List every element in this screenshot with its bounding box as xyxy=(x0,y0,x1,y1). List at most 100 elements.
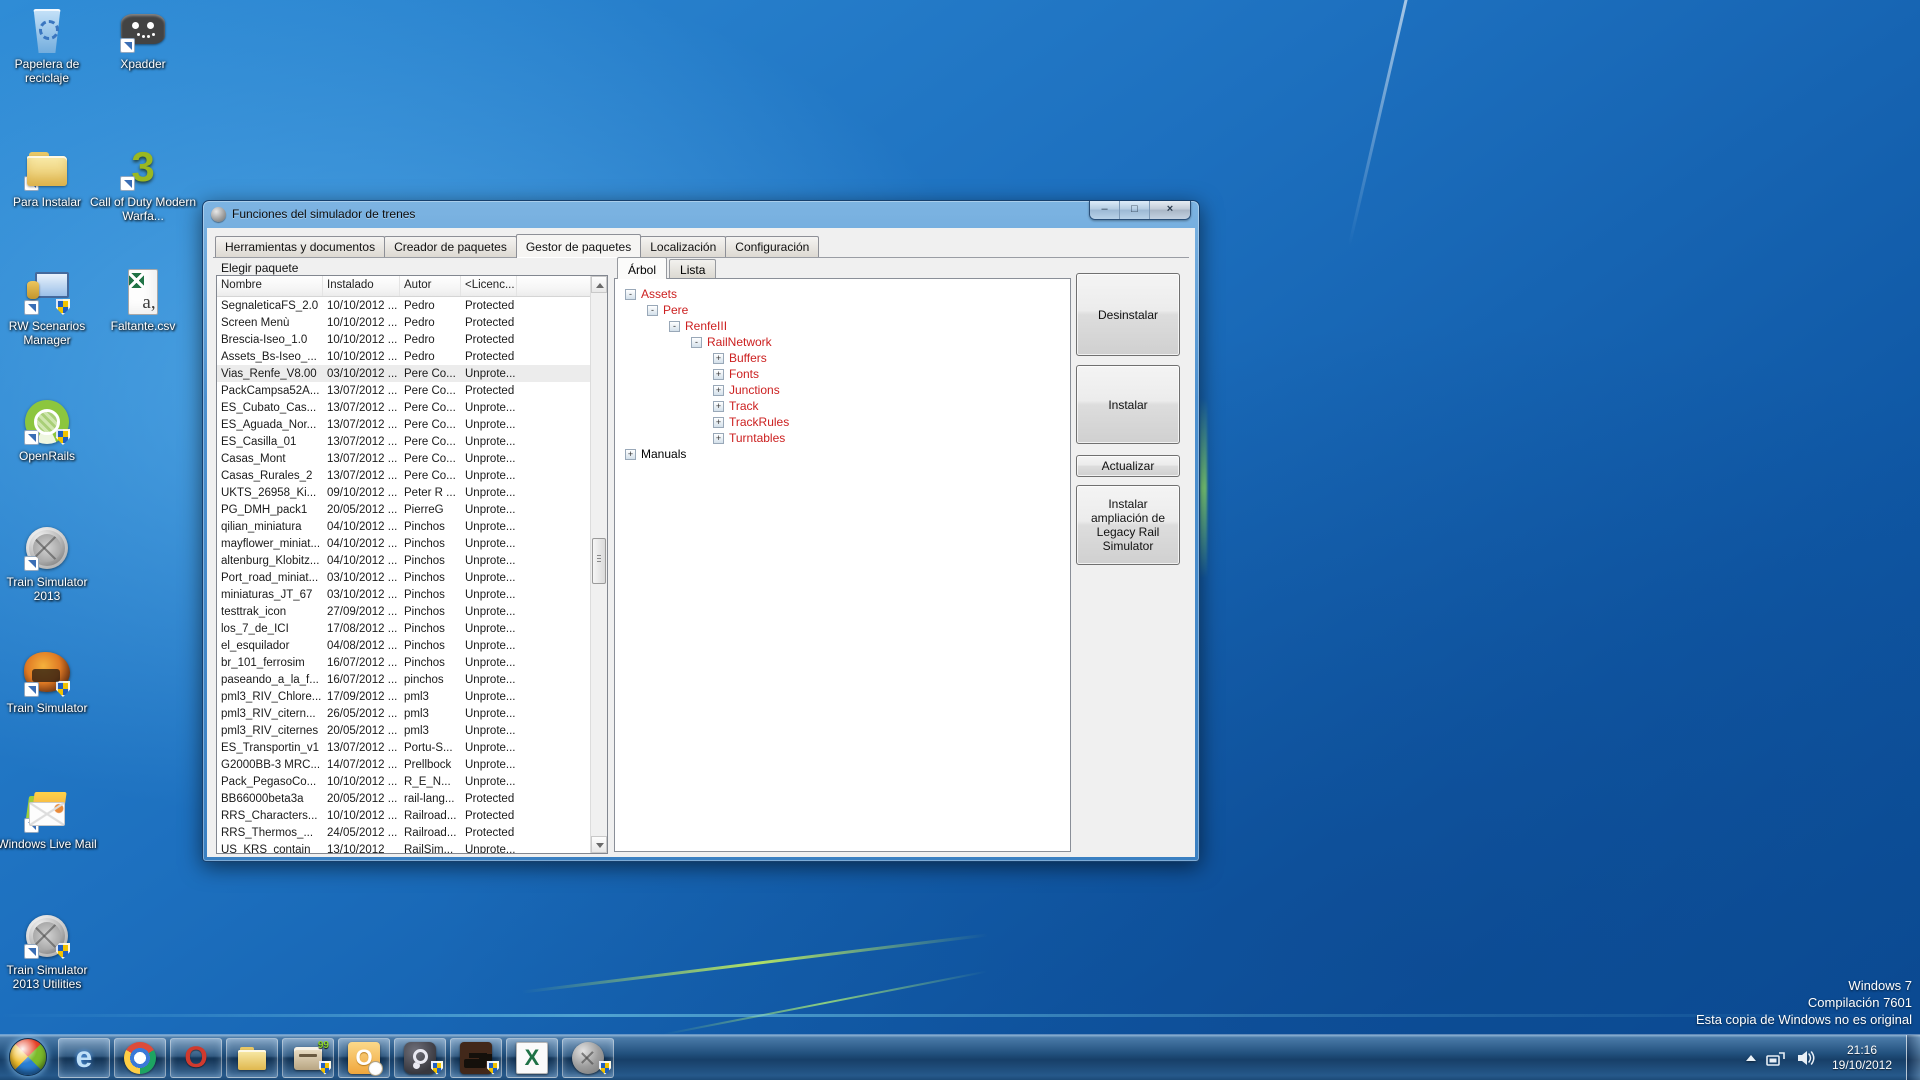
taskbar-chrome[interactable] xyxy=(114,1038,166,1078)
desktop-icon-recycle-bin[interactable]: Papelera de reciclaje xyxy=(0,6,102,85)
altenburg_Klobitz...[interactable]: altenburg_Klobitz... 04/10/2012 ... Pinc… xyxy=(217,552,590,569)
action-button[interactable]: Actualizar xyxy=(1076,455,1180,477)
ES_Aguada_Nor...[interactable]: ES_Aguada_Nor... 13/07/2012 ... Pere Co.… xyxy=(217,416,590,433)
tab[interactable]: Gestor de paquetes xyxy=(516,234,641,258)
pml3_RIV_citern...[interactable]: pml3_RIV_citern... 26/05/2012 ... pml3 U… xyxy=(217,705,590,722)
scroll-thumb[interactable] xyxy=(592,538,606,584)
tree-node[interactable]: + Buffers xyxy=(713,350,1070,366)
el_esquilador[interactable]: el_esquilador 04/08/2012 ... Pinchos Unp… xyxy=(217,637,590,654)
tree-expander-icon[interactable]: - xyxy=(691,337,702,348)
Casas_Rurales_2[interactable]: Casas_Rurales_2 13/07/2012 ... Pere Co..… xyxy=(217,467,590,484)
taskbar-windows-explorer[interactable] xyxy=(226,1038,278,1078)
tree-expander-icon[interactable]: + xyxy=(625,449,636,460)
tree-expander-icon[interactable]: - xyxy=(669,321,680,332)
tab[interactable]: Configuración xyxy=(725,236,819,257)
tab[interactable]: Localización xyxy=(640,236,726,257)
view-tab[interactable]: Árbol xyxy=(617,257,667,279)
desktop-icon-faltante-csv[interactable]: a, Faltante.csv xyxy=(88,268,198,333)
minimize-button[interactable]: – xyxy=(1090,201,1120,219)
Brescia-Iseo_1.0[interactable]: Brescia-Iseo_1.0 10/10/2012 ... Pedro Pr… xyxy=(217,331,590,348)
tree-expander-icon[interactable]: - xyxy=(625,289,636,300)
scroll-down-arrow-icon[interactable] xyxy=(591,836,607,853)
taskbar-app-99[interactable]: 99 xyxy=(282,1038,334,1078)
action-button[interactable]: Desinstalar xyxy=(1076,273,1180,356)
tab[interactable]: Creador de paquetes xyxy=(384,236,517,257)
view-tab[interactable]: Lista xyxy=(669,259,716,278)
show-desktop-button[interactable] xyxy=(1906,1035,1920,1080)
desktop-icon-train-simulator-2013[interactable]: Train Simulator 2013 xyxy=(0,524,102,603)
column-header[interactable]: Nombre xyxy=(217,276,323,296)
tree-expander-icon[interactable]: + xyxy=(713,417,724,428)
maximize-button[interactable]: □ xyxy=(1120,201,1150,219)
desktop-icon-para-instalar[interactable]: Para Instalar xyxy=(0,144,102,209)
tree-node[interactable]: + Junctions xyxy=(713,382,1070,398)
RRS_Characters...[interactable]: RRS_Characters... 10/10/2012 ... Railroa… xyxy=(217,807,590,824)
taskbar-opera[interactable]: O xyxy=(170,1038,222,1078)
Port_road_miniat...[interactable]: Port_road_miniat... 03/10/2012 ... Pinch… xyxy=(217,569,590,586)
UKTS_26958_Ki...[interactable]: UKTS_26958_Ki... 09/10/2012 ... Peter R … xyxy=(217,484,590,501)
tree-node[interactable]: - Assets xyxy=(625,286,1070,302)
tree-expander-icon[interactable]: - xyxy=(647,305,658,316)
list-scrollbar[interactable] xyxy=(590,276,607,853)
Vias_Renfe_V8.00[interactable]: Vias_Renfe_V8.00 03/10/2012 ... Pere Co.… xyxy=(217,365,590,382)
tab[interactable]: Herramientas y documentos xyxy=(215,236,385,257)
ES_Casilla_01[interactable]: ES_Casilla_01 13/07/2012 ... Pere Co... … xyxy=(217,433,590,450)
desktop-icon-train-simulator[interactable]: Train Simulator xyxy=(0,650,102,715)
desktop-icon-windows-live-mail[interactable]: Windows Live Mail xyxy=(0,786,102,851)
Pack_PegasoCo...[interactable]: Pack_PegasoCo... 10/10/2012 ... R_E_N...… xyxy=(217,773,590,790)
column-header[interactable]: Instalado xyxy=(323,276,400,296)
pml3_RIV_Chlore...[interactable]: pml3_RIV_Chlore... 17/09/2012 ... pml3 U… xyxy=(217,688,590,705)
tree-node[interactable]: + Fonts xyxy=(713,366,1070,382)
volume-icon[interactable] xyxy=(1796,1049,1816,1067)
tree-node[interactable]: + TrackRules xyxy=(713,414,1070,430)
br_101_ferrosim[interactable]: br_101_ferrosim 16/07/2012 ... Pinchos U… xyxy=(217,654,590,671)
ES_Cubato_Cas...[interactable]: ES_Cubato_Cas... 13/07/2012 ... Pere Co.… xyxy=(217,399,590,416)
mayflower_miniat...[interactable]: mayflower_miniat... 04/10/2012 ... Pinch… xyxy=(217,535,590,552)
ES_Transportin_v1[interactable]: ES_Transportin_v1 13/07/2012 ... Portu-S… xyxy=(217,739,590,756)
tree-node[interactable]: - Pere xyxy=(647,302,1070,318)
action-button[interactable]: Instalar xyxy=(1076,365,1180,444)
taskbar-steam[interactable] xyxy=(394,1038,446,1078)
PG_DMH_pack1[interactable]: PG_DMH_pack1 20/05/2012 ... PierreG Unpr… xyxy=(217,501,590,518)
action-button[interactable]: Instalar ampliación de Legacy Rail Simul… xyxy=(1076,485,1180,565)
tree-expander-icon[interactable]: + xyxy=(713,401,724,412)
G2000BB-3 MRC...[interactable]: G2000BB-3 MRC... 14/07/2012 ... Prellboc… xyxy=(217,756,590,773)
qilian_miniatura[interactable]: qilian_miniatura 04/10/2012 ... Pinchos … xyxy=(217,518,590,535)
taskbar-railworks[interactable] xyxy=(450,1038,502,1078)
US_KRS_contain[interactable]: US_KRS_contain 13/10/2012 RailSim... Unp… xyxy=(217,841,590,853)
scroll-up-arrow-icon[interactable] xyxy=(591,276,607,293)
taskbar-outlook[interactable]: O xyxy=(338,1038,390,1078)
taskbar-internet-explorer[interactable]: e xyxy=(58,1038,110,1078)
tree-expander-icon[interactable]: + xyxy=(713,369,724,380)
network-icon[interactable] xyxy=(1766,1049,1786,1067)
Casas_Mont[interactable]: Casas_Mont 13/07/2012 ... Pere Co... Unp… xyxy=(217,450,590,467)
column-header[interactable]: <Licenc... xyxy=(461,276,517,296)
close-button[interactable]: × xyxy=(1150,201,1190,219)
tree-node[interactable]: - RenfeIII xyxy=(669,318,1070,334)
PackCampsa52A...[interactable]: PackCampsa52A... 13/07/2012 ... Pere Co.… xyxy=(217,382,590,399)
desktop-icon-call-of-duty[interactable]: 3 Call of Duty Modern Warfa... xyxy=(88,144,198,223)
hidden-icons-arrow-icon[interactable] xyxy=(1746,1055,1756,1061)
testtrak_icon[interactable]: testtrak_icon 27/09/2012 ... Pinchos Unp… xyxy=(217,603,590,620)
BB66000beta3a[interactable]: BB66000beta3a 20/05/2012 ... rail-lang..… xyxy=(217,790,590,807)
clock[interactable]: 21:16 19/10/2012 xyxy=(1826,1043,1898,1073)
miniaturas_JT_67[interactable]: miniaturas_JT_67 03/10/2012 ... Pinchos … xyxy=(217,586,590,603)
taskbar-excel[interactable]: X xyxy=(506,1038,558,1078)
column-header[interactable]: Autor xyxy=(400,276,461,296)
desktop-icon-xpadder[interactable]: Xpadder xyxy=(88,6,198,71)
paseando_a_la_f...[interactable]: paseando_a_la_f... 16/07/2012 ... pincho… xyxy=(217,671,590,688)
tree-expander-icon[interactable]: + xyxy=(713,353,724,364)
desktop-icon-openrails[interactable]: OpenRails xyxy=(0,398,102,463)
desktop-icon-train-simulator-2013-utilities[interactable]: Train Simulator 2013 Utilities xyxy=(0,912,102,991)
desktop-icon-rw-scenarios-manager[interactable]: RW Scenarios Manager xyxy=(0,268,102,347)
pml3_RIV_citernes[interactable]: pml3_RIV_citernes 20/05/2012 ... pml3 Un… xyxy=(217,722,590,739)
Assets_Bs-Iseo_...[interactable]: Assets_Bs-Iseo_... 10/10/2012 ... Pedro … xyxy=(217,348,590,365)
start-button[interactable] xyxy=(8,1037,48,1077)
tree-node[interactable]: + Track xyxy=(713,398,1070,414)
tree-expander-icon[interactable]: + xyxy=(713,433,724,444)
tree-node[interactable]: + Manuals xyxy=(625,446,1070,462)
tree-node[interactable]: + Turntables xyxy=(713,430,1070,446)
taskbar-train-simulator[interactable] xyxy=(562,1038,614,1078)
window-titlebar[interactable]: Funciones del simulador de trenes xyxy=(203,201,1199,227)
Screen Menù[interactable]: Screen Menù 10/10/2012 ... Pedro Protect… xyxy=(217,314,590,331)
